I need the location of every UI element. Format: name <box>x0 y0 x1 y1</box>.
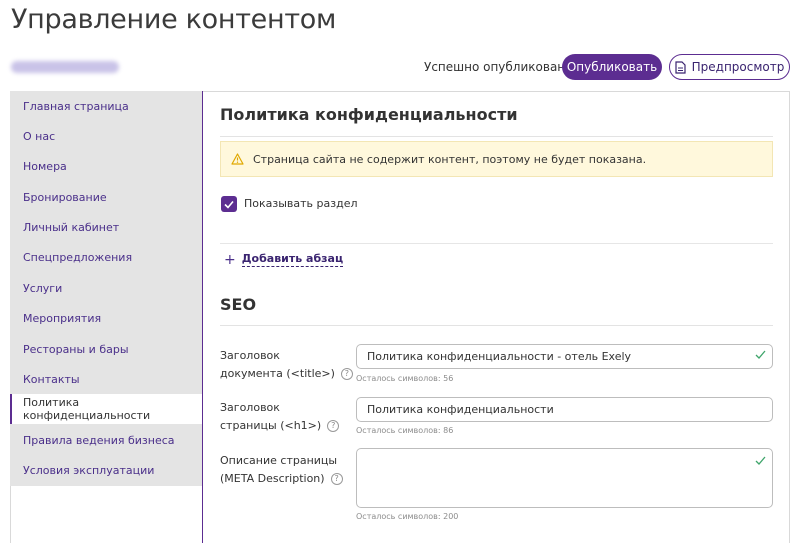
preview-button[interactable]: Предпросмотр <box>669 54 790 80</box>
sidebar-item-home[interactable]: Главная страница <box>10 91 203 121</box>
sidebar-item-label: Номера <box>23 159 67 173</box>
section-title: Политика конфиденциальности <box>220 105 518 124</box>
valid-check-icon <box>755 350 766 359</box>
doc-title-input[interactable]: Политика конфиденциальности - отель Exel… <box>356 344 773 369</box>
checkmark-icon <box>224 200 234 209</box>
divider <box>220 243 773 244</box>
sidebar-item-booking[interactable]: Бронирование <box>10 182 203 212</box>
sidebar-item-label: Бронирование <box>23 190 107 204</box>
meta-description-counter: Осталось символов: 200 <box>356 512 459 521</box>
help-icon[interactable]: ? <box>340 368 353 380</box>
doc-title-counter: Осталось символов: 56 <box>356 374 454 383</box>
divider <box>220 325 773 326</box>
sidebar-item-contacts[interactable]: Контакты <box>10 364 203 394</box>
sidebar-item-offers[interactable]: Спецпредложения <box>10 242 203 272</box>
sidebar-item-label: О нас <box>23 129 56 143</box>
page-heading-input[interactable]: Политика конфиденциальности <box>356 397 773 422</box>
sidebar-divider <box>202 91 203 543</box>
label-line: Заголовок <box>220 401 280 414</box>
publish-status: Успешно опубликовано <box>424 60 573 74</box>
sidebar-item-label: Спецпредложения <box>23 250 133 264</box>
sidebar-item-label: Услуги <box>23 281 63 295</box>
valid-check-icon <box>755 456 766 465</box>
doc-title-value: Политика конфиденциальности - отель Exel… <box>367 350 632 363</box>
help-icon[interactable]: ? <box>330 473 343 485</box>
sidebar-item-business-rules[interactable]: Правила ведения бизнеса <box>10 425 203 455</box>
label-line: Описание страницы <box>220 454 338 467</box>
publish-button-label: Опубликовать <box>566 60 658 74</box>
add-paragraph-button[interactable]: + Добавить абзац <box>224 251 344 268</box>
sidebar: Главная страница О нас Номера Бронирован… <box>10 91 204 486</box>
label-line: страницы (<h1>) <box>220 419 322 432</box>
sidebar-item-restaurants[interactable]: Рестораны и бары <box>10 334 203 364</box>
label-line: Заголовок <box>220 349 280 362</box>
doc-title-label: Заголовок документа (<title>)? <box>220 347 353 383</box>
page-heading-value: Политика конфиденциальности <box>367 403 554 416</box>
sidebar-item-events[interactable]: Мероприятия <box>10 303 203 333</box>
plus-icon: + <box>224 251 236 268</box>
sidebar-item-label: Личный кабинет <box>23 220 120 234</box>
page-title: Управление контентом <box>11 4 337 35</box>
page-heading-counter: Осталось символов: 86 <box>356 426 454 435</box>
label-line: документа (<title>) <box>220 367 335 380</box>
sidebar-item-label: Рестораны и бары <box>23 342 129 356</box>
meta-description-label: Описание страницы (META Description)? <box>220 452 343 488</box>
label-line: (META Description) <box>220 472 325 485</box>
sidebar-item-label: Мероприятия <box>23 311 102 325</box>
preview-button-label: Предпросмотр <box>691 60 785 74</box>
publish-button[interactable]: Опубликовать <box>562 54 662 80</box>
sidebar-item-label: Главная страница <box>23 99 129 113</box>
divider <box>220 136 773 137</box>
sidebar-item-terms[interactable]: Условия эксплуатации <box>10 455 203 485</box>
sidebar-item-about[interactable]: О нас <box>10 121 203 151</box>
seo-section-title: SEO <box>220 295 257 314</box>
meta-description-textarea[interactable] <box>356 448 773 508</box>
page-heading-label: Заголовок страницы (<h1>)? <box>220 399 340 435</box>
sidebar-item-services[interactable]: Услуги <box>10 273 203 303</box>
sidebar-item-account[interactable]: Личный кабинет <box>10 212 203 242</box>
sidebar-item-label: Политика конфиденциальности <box>23 396 151 422</box>
sidebar-item-label: Контакты <box>23 372 80 386</box>
sidebar-item-privacy-policy[interactable]: Политика конфиденциальности <box>10 394 204 424</box>
add-paragraph-label: Добавить абзац <box>241 252 344 267</box>
site-url-link[interactable] <box>11 61 119 73</box>
sidebar-item-label: Условия эксплуатации <box>23 463 155 477</box>
warning-icon <box>231 153 244 165</box>
show-section-label[interactable]: Показывать раздел <box>244 197 358 210</box>
show-section-checkbox[interactable] <box>221 196 237 212</box>
sidebar-item-label: Правила ведения бизнеса <box>23 433 175 447</box>
document-icon <box>675 60 686 74</box>
warning-alert: Страница сайта не содержит контент, поэт… <box>220 141 773 177</box>
help-icon[interactable]: ? <box>327 420 340 432</box>
sidebar-item-rooms[interactable]: Номера <box>10 151 203 181</box>
alert-text: Страница сайта не содержит контент, поэт… <box>253 152 647 166</box>
